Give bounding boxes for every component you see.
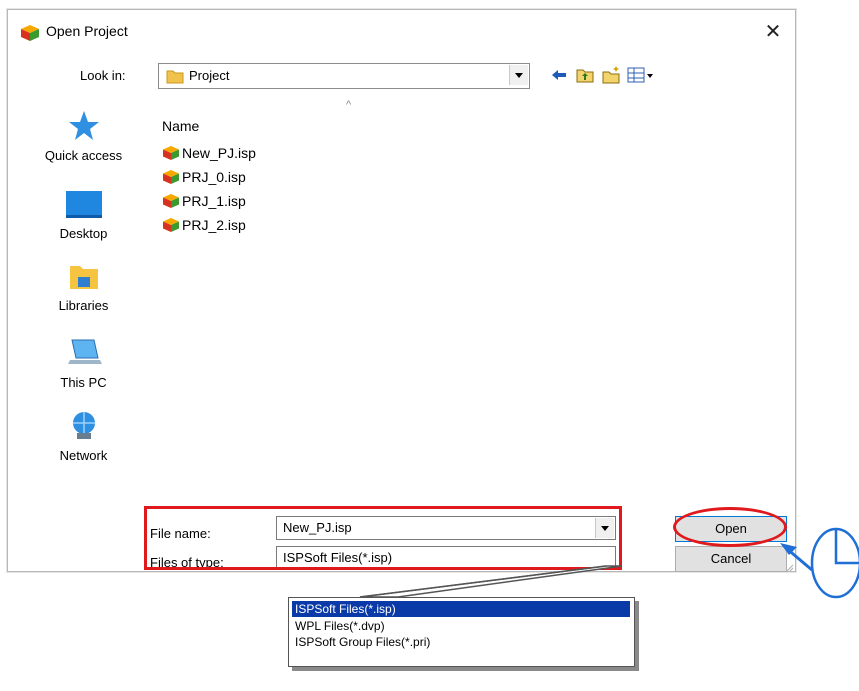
isp-file-icon (163, 194, 179, 208)
folder-icon (166, 70, 184, 84)
place-label: This PC (60, 375, 107, 390)
quick-access-star-icon (68, 111, 99, 140)
close-icon: ✕ (764, 21, 782, 43)
list-item[interactable]: PRJ_1.isp (162, 191, 246, 211)
list-item[interactable]: PRJ_2.isp (162, 215, 246, 235)
place-libraries[interactable]: Libraries (16, 261, 151, 313)
place-label: Desktop (59, 226, 108, 241)
isp-file-icon (163, 170, 179, 184)
look-in-label: Look in: (80, 68, 126, 83)
file-type-option[interactable]: ISPSoft Files(*.isp) (292, 601, 630, 617)
places-bar: Quick access Desktop Libraries This PC N… (16, 99, 151, 549)
place-label: Network (59, 448, 108, 463)
back-icon[interactable] (548, 64, 570, 86)
libraries-icon (69, 266, 98, 289)
resize-grip-icon[interactable] (786, 564, 794, 572)
list-item[interactable]: New_PJ.isp (162, 143, 256, 163)
file-name: PRJ_1.isp (182, 193, 246, 209)
click-indicator-icon (810, 527, 859, 599)
network-icon (72, 412, 95, 439)
column-header-name[interactable]: Name (162, 118, 199, 134)
view-menu-icon[interactable] (626, 64, 656, 86)
list-item[interactable]: PRJ_0.isp (162, 167, 246, 187)
filename-filetype-highlight-box (144, 506, 622, 570)
this-pc-icon (67, 339, 102, 364)
isp-file-icon (163, 146, 179, 160)
isp-file-icon (163, 218, 179, 232)
place-desktop[interactable]: Desktop (16, 189, 151, 241)
dialog-title: Open Project (46, 23, 128, 39)
place-quick-access[interactable]: Quick access (16, 109, 151, 163)
file-list[interactable]: ^ Name New_PJ.isp PRJ_0.isp PRJ_1.isp PR… (152, 96, 789, 496)
chevron-down-icon[interactable] (509, 65, 528, 85)
sort-ascending-icon: ^ (346, 99, 352, 111)
file-type-options-list: ISPSoft Files(*.isp) WPL Files(*.dvp) IS… (288, 597, 635, 667)
place-label: Quick access (44, 148, 123, 163)
place-this-pc[interactable]: This PC (16, 336, 151, 390)
file-name: PRJ_2.isp (182, 217, 246, 233)
new-folder-icon[interactable] (600, 64, 622, 86)
file-name: New_PJ.isp (182, 145, 256, 161)
file-type-option[interactable]: WPL Files(*.dvp) (292, 618, 630, 634)
close-button[interactable]: ✕ (759, 18, 787, 46)
up-folder-icon[interactable] (574, 64, 596, 86)
cancel-button[interactable]: Cancel (675, 546, 787, 572)
file-name: PRJ_0.isp (182, 169, 246, 185)
place-network[interactable]: Network (16, 409, 151, 463)
file-type-option[interactable]: ISPSoft Group Files(*.pri) (292, 634, 630, 650)
open-project-dialog: Open Project ✕ Look in: Project Quick ac… (7, 9, 796, 572)
title-bar: Open Project ✕ (8, 10, 795, 54)
open-button-highlight (673, 507, 787, 547)
look-in-dropdown[interactable]: Project (158, 63, 530, 89)
look-in-value: Project (189, 68, 230, 83)
project-cube-icon (21, 25, 39, 41)
desktop-icon (65, 191, 102, 218)
place-label: Libraries (58, 298, 109, 313)
